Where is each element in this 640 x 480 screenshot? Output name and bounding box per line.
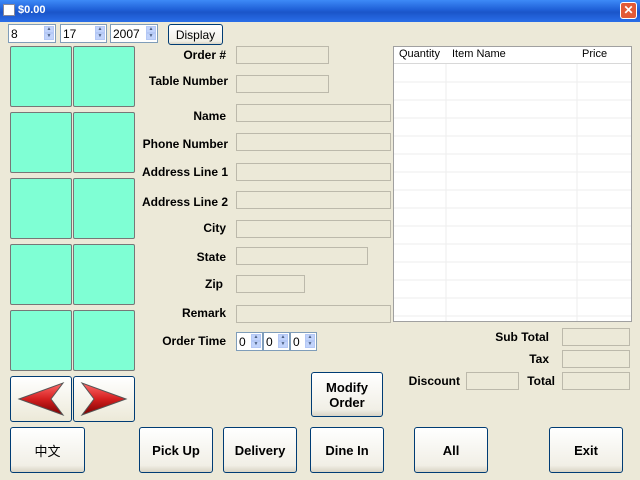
- column-item-name[interactable]: Item Name: [452, 48, 506, 60]
- zip-label: Zip: [205, 277, 223, 291]
- menu-tile[interactable]: [10, 244, 72, 305]
- remark-field[interactable]: [236, 305, 391, 323]
- tax-label: Tax: [529, 352, 549, 366]
- menu-tile[interactable]: [73, 244, 135, 305]
- spinner-arrows[interactable]: ▲ ▼: [95, 26, 105, 41]
- state-label: State: [196, 250, 226, 264]
- address-line-2-field[interactable]: [236, 191, 391, 209]
- column-quantity[interactable]: Quantity: [399, 48, 440, 60]
- column-price[interactable]: Price: [582, 48, 607, 60]
- close-button[interactable]: ✕: [620, 2, 637, 19]
- menu-tile[interactable]: [10, 46, 72, 107]
- remark-label: Remark: [181, 306, 226, 320]
- display-button[interactable]: Display: [168, 24, 223, 45]
- chinese-language-button[interactable]: 中文: [10, 427, 85, 473]
- address-line-2-label: Address Line 2: [141, 195, 228, 209]
- right-arrow-icon: [80, 381, 128, 417]
- year-spinner[interactable]: 2007 ▲ ▼: [110, 24, 158, 43]
- menu-tile[interactable]: [73, 112, 135, 173]
- month-spinner[interactable]: 8 ▲ ▼: [8, 24, 56, 43]
- order-number-field: [236, 46, 329, 64]
- table-number-label: Table Number: [148, 74, 228, 88]
- table-number-field: [236, 75, 329, 93]
- title-bar: $0.00 ✕: [0, 0, 640, 22]
- phone-number-label: Phone Number: [142, 137, 228, 151]
- next-page-button[interactable]: [73, 376, 135, 422]
- subtotal-label: Sub Total: [495, 330, 549, 344]
- city-field[interactable]: [236, 220, 391, 238]
- list-gridlines: [394, 64, 631, 321]
- address-line-1-field[interactable]: [236, 163, 391, 181]
- order-time-label: Order Time: [162, 334, 226, 348]
- day-spinner[interactable]: 17 ▲ ▼: [60, 24, 107, 43]
- name-field[interactable]: [236, 104, 391, 122]
- order-number-label: Order #: [183, 48, 226, 62]
- left-arrow-icon: [17, 381, 65, 417]
- spinner-arrows[interactable]: ▲ ▼: [146, 26, 156, 41]
- order-hour-value: 0: [239, 335, 246, 349]
- tax-field: [562, 350, 630, 368]
- address-line-1-label: Address Line 1: [141, 165, 228, 179]
- spinner-arrows[interactable]: ▲ ▼: [44, 26, 54, 41]
- list-header: Quantity Item Name Price: [394, 47, 631, 64]
- total-field: [562, 372, 630, 390]
- spinner-arrows[interactable]: ▲ ▼: [278, 334, 288, 349]
- month-value: 8: [11, 27, 18, 41]
- order-second-spinner[interactable]: 0 ▲ ▼: [290, 332, 317, 351]
- day-value: 17: [63, 27, 77, 41]
- dine-in-button[interactable]: Dine In: [310, 427, 384, 473]
- phone-number-field[interactable]: [236, 133, 391, 151]
- modify-order-button[interactable]: Modify Order: [311, 372, 383, 417]
- order-hour-spinner[interactable]: 0 ▲ ▼: [236, 332, 263, 351]
- menu-tile[interactable]: [73, 310, 135, 371]
- menu-tile[interactable]: [10, 178, 72, 239]
- order-items-list[interactable]: Quantity Item Name Price: [393, 46, 632, 322]
- year-value: 2007: [113, 27, 140, 41]
- menu-tile[interactable]: [73, 46, 135, 107]
- prev-page-button[interactable]: [10, 376, 72, 422]
- state-field[interactable]: [236, 247, 368, 265]
- exit-button[interactable]: Exit: [549, 427, 623, 473]
- spinner-arrows[interactable]: ▲ ▼: [251, 334, 261, 349]
- name-label: Name: [193, 109, 226, 123]
- menu-tile[interactable]: [10, 112, 72, 173]
- window-title: $0.00: [18, 4, 46, 16]
- order-minute-spinner[interactable]: 0 ▲ ▼: [263, 332, 290, 351]
- all-orders-button[interactable]: All: [414, 427, 488, 473]
- order-minute-value: 0: [266, 335, 273, 349]
- order-second-value: 0: [293, 335, 300, 349]
- discount-label: Discount: [408, 374, 460, 388]
- zip-field[interactable]: [236, 275, 305, 293]
- app-icon: [3, 4, 15, 16]
- city-label: City: [203, 221, 226, 235]
- discount-field[interactable]: [466, 372, 519, 390]
- spinner-arrows[interactable]: ▲ ▼: [305, 334, 315, 349]
- total-label: Total: [527, 374, 555, 388]
- delivery-button[interactable]: Delivery: [223, 427, 297, 473]
- pick-up-button[interactable]: Pick Up: [139, 427, 213, 473]
- menu-tile[interactable]: [73, 178, 135, 239]
- menu-tile[interactable]: [10, 310, 72, 371]
- subtotal-field: [562, 328, 630, 346]
